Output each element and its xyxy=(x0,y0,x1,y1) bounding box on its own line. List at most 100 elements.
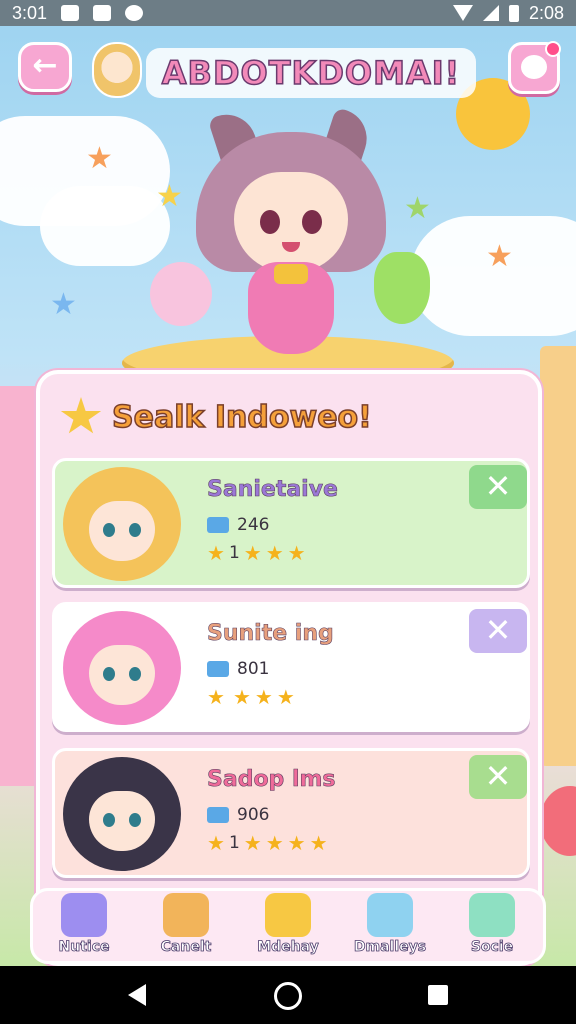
system-back-icon[interactable] xyxy=(128,984,146,1006)
game-icon xyxy=(125,5,144,21)
character-name: Sunite ing xyxy=(207,621,334,647)
rating-star-icon: ★ xyxy=(243,831,262,855)
star-icon: ★ xyxy=(486,239,513,274)
stat-icon xyxy=(207,517,229,533)
house-right-decoration xyxy=(540,346,576,766)
pet-button[interactable] xyxy=(508,41,561,94)
portrait-face xyxy=(89,501,155,561)
rating-star-icon: ★ xyxy=(207,831,225,855)
hero-eye xyxy=(302,210,322,234)
stat-icon xyxy=(207,807,229,823)
nav-item-dmalleys[interactable]: Dmalleys xyxy=(344,893,436,965)
hero-mouth xyxy=(282,242,300,252)
character-panel: Sealk Indoweo! Sanietaive 246 ★ 1 ★ ★ ★ ✕ Sunite… xyxy=(36,370,542,966)
battery-icon xyxy=(508,4,519,22)
nav-label: Socie xyxy=(470,939,514,956)
house-left-decoration xyxy=(0,386,40,786)
character-name: Sadop lms xyxy=(207,767,336,793)
character-rating: ★ 1 ★ ★ ★ ★ xyxy=(207,833,328,853)
status-bar: 3:01 2:08 xyxy=(0,0,576,26)
nav-item-nutice[interactable]: Nutice xyxy=(38,893,130,965)
back-arrow-icon: ← xyxy=(32,48,58,83)
character-stat: 246 xyxy=(207,515,269,535)
cloud-decoration xyxy=(410,216,576,336)
cloud-decoration xyxy=(40,186,170,266)
portrait-eye xyxy=(129,667,141,681)
rating-star-icon: ★ xyxy=(309,831,328,855)
portrait-face xyxy=(89,791,155,851)
bottom-nav: Nutice Canelt Mdehay Dmalleys Socie xyxy=(30,888,546,964)
status-time-left: 3:01 xyxy=(12,2,48,23)
portrait-eye xyxy=(103,813,115,827)
status-time-right: 2:08 xyxy=(528,2,564,23)
rating-star-icon: ★ xyxy=(287,541,306,565)
portrait-eye xyxy=(129,523,141,537)
character-portrait xyxy=(63,757,181,871)
character-card[interactable]: Sadop lms 906 ★ 1 ★ ★ ★ ★ ✕ xyxy=(52,748,530,878)
portrait-face xyxy=(89,645,155,705)
star-icon: ★ xyxy=(86,141,113,176)
remove-character-button[interactable]: ✕ xyxy=(469,609,527,653)
status-right: 2:08 xyxy=(452,2,564,24)
nav-label: Canelt xyxy=(160,939,212,956)
rating-star-icon: ★ xyxy=(276,685,295,709)
star-icon: ★ xyxy=(50,287,77,322)
star-icon: ★ xyxy=(156,179,183,214)
star-icon: ★ xyxy=(404,191,431,226)
nav-label: Dmalleys xyxy=(353,939,427,956)
character-portrait xyxy=(63,611,181,725)
rating-star-icon: ★ xyxy=(254,685,273,709)
green-pet-companion[interactable] xyxy=(374,252,430,324)
character-stat-value: 246 xyxy=(237,515,270,535)
character-name: Sanietaive xyxy=(207,477,339,503)
character-stat-value: 801 xyxy=(237,659,270,679)
system-home-icon[interactable] xyxy=(274,982,302,1010)
character-rating-text: 1 xyxy=(228,833,240,853)
portrait-eye xyxy=(129,813,141,827)
stat-icon xyxy=(207,661,229,677)
pet-icon xyxy=(521,55,547,79)
rating-star-icon: ★ xyxy=(287,831,306,855)
camera-icon xyxy=(61,5,80,21)
friend-icon xyxy=(469,893,515,937)
star-icon xyxy=(60,397,102,434)
pink-pet-companion[interactable] xyxy=(150,262,212,326)
rating-star-icon: ★ xyxy=(265,541,284,565)
nav-label: Nutice xyxy=(58,939,110,956)
box-icon xyxy=(61,893,107,937)
hero-character[interactable] xyxy=(196,106,386,362)
nav-item-canelt[interactable]: Canelt xyxy=(140,893,232,965)
hero-face xyxy=(234,172,348,272)
signal-icon xyxy=(482,5,499,21)
portrait-eye xyxy=(103,523,115,537)
character-stat: 906 xyxy=(207,805,269,825)
hero-bow xyxy=(274,264,308,284)
character-card[interactable]: Sunite ing 801 ★ ★ ★ ★ ✕ xyxy=(52,602,530,732)
notification-badge xyxy=(545,41,561,57)
character-stat: 801 xyxy=(207,659,269,679)
character-card[interactable]: Sanietaive 246 ★ 1 ★ ★ ★ ✕ xyxy=(52,458,530,588)
map-icon xyxy=(367,893,413,937)
back-button[interactable]: ← xyxy=(18,42,72,92)
nav-item-socie[interactable]: Socie xyxy=(446,893,538,965)
character-rating-text: 1 xyxy=(228,543,240,563)
panel-header: Sealk Indoweo! xyxy=(60,390,373,444)
remove-character-button[interactable]: ✕ xyxy=(469,465,527,509)
character-rating: ★ ★ ★ ★ xyxy=(207,687,295,707)
rating-star-icon: ★ xyxy=(232,685,251,709)
rating-star-icon: ★ xyxy=(265,831,284,855)
nav-label: Mdehay xyxy=(257,939,319,956)
balloon-decoration xyxy=(540,786,576,856)
panel-title: Sealk Indoweo! xyxy=(111,399,372,436)
game-title: ABDOTKDOMAI! xyxy=(146,48,476,98)
character-portrait xyxy=(63,467,181,581)
rating-star-icon: ★ xyxy=(207,541,225,565)
game-screen: ★ ★ ★ ★ ★ ← ABDOTKDOMAI! Sealk Indoweo! … xyxy=(0,26,576,966)
status-left: 3:01 xyxy=(12,2,144,24)
player-avatar[interactable] xyxy=(92,42,142,98)
system-recents-icon[interactable] xyxy=(428,985,448,1005)
rating-star-icon: ★ xyxy=(243,541,262,565)
remove-character-button[interactable]: ✕ xyxy=(469,755,527,799)
nav-item-mdehay[interactable]: Mdehay xyxy=(242,893,334,965)
hero-eye xyxy=(260,210,280,234)
